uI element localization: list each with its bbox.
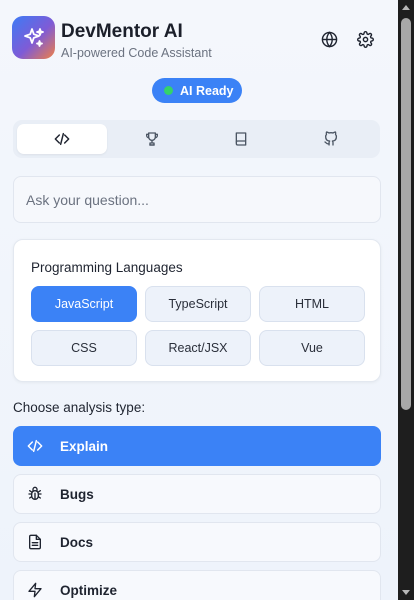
- languages-grid: JavaScript TypeScript HTML CSS React/JSX…: [31, 286, 365, 366]
- gear-icon: [356, 30, 374, 48]
- scrollbar-thumb[interactable]: [401, 18, 411, 410]
- book-icon: [236, 132, 247, 146]
- analysis-explain-label: Explain: [60, 438, 109, 454]
- tab-github[interactable]: [286, 124, 376, 154]
- globe-icon: [321, 30, 337, 48]
- language-globe-button[interactable]: [317, 27, 341, 51]
- code-icon: [26, 437, 44, 455]
- tab-bar: [13, 120, 380, 158]
- trophy-icon: [145, 132, 158, 146]
- github-icon: [324, 131, 338, 146]
- analysis-docs-label: Docs: [60, 534, 94, 550]
- document-icon: [26, 533, 44, 551]
- scroll-down-arrow-icon[interactable]: [402, 590, 410, 595]
- status-badge: AI Ready: [152, 78, 242, 103]
- question-input[interactable]: [13, 176, 381, 223]
- logo: [12, 16, 55, 59]
- tab-challenges[interactable]: [107, 124, 197, 154]
- header: DevMentor AI AI-powered Code Assistant: [12, 16, 386, 62]
- analysis-bugs-label: Bugs: [60, 486, 94, 502]
- language-css-button[interactable]: CSS: [31, 330, 137, 366]
- tab-code[interactable]: [17, 124, 107, 154]
- tab-docs[interactable]: [197, 124, 287, 154]
- app-subtitle: AI-powered Code Assistant: [61, 46, 212, 60]
- bug-icon: [26, 485, 44, 503]
- settings-button[interactable]: [353, 27, 377, 51]
- language-typescript-button[interactable]: TypeScript: [145, 286, 251, 322]
- lightning-icon: [26, 581, 44, 599]
- language-html-button[interactable]: HTML: [259, 286, 365, 322]
- language-react-jsx-button[interactable]: React/JSX: [145, 330, 251, 366]
- language-vue-button[interactable]: Vue: [259, 330, 365, 366]
- status-dot: [164, 86, 173, 95]
- analysis-type-list: Explain Bugs Docs Optimize: [13, 426, 381, 600]
- scroll-up-arrow-icon[interactable]: [402, 5, 410, 10]
- scrollbar[interactable]: [398, 0, 414, 600]
- analysis-docs-button[interactable]: Docs: [13, 522, 381, 562]
- status-label: AI Ready: [180, 83, 234, 98]
- sparkles-icon: [23, 27, 44, 47]
- analysis-type-label: Choose analysis type:: [13, 400, 146, 415]
- languages-card: Programming Languages JavaScript TypeScr…: [13, 239, 381, 382]
- analysis-explain-button[interactable]: Explain: [13, 426, 381, 466]
- analysis-bugs-button[interactable]: Bugs: [13, 474, 381, 514]
- analysis-optimize-button[interactable]: Optimize: [13, 570, 381, 600]
- language-javascript-button[interactable]: JavaScript: [31, 286, 137, 322]
- app-title: DevMentor AI: [61, 21, 183, 42]
- code-icon: [54, 132, 70, 146]
- extension-panel: DevMentor AI AI-powered Code Assistant A…: [0, 0, 398, 600]
- analysis-optimize-label: Optimize: [60, 582, 118, 598]
- languages-title: Programming Languages: [31, 260, 183, 275]
